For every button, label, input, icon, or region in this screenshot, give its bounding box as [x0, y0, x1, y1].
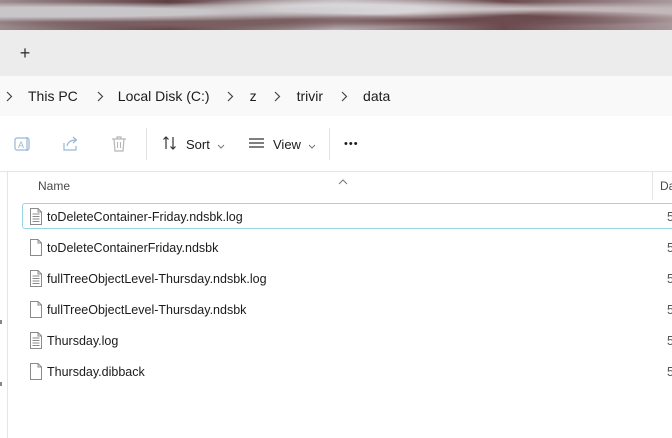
file-list: Name Da toDeleteContainer-Friday.ndsbk.l…	[8, 172, 672, 438]
sort-button[interactable]: Sort	[162, 130, 225, 158]
address-bar[interactable]: This PC Local Disk (C:) z trivir data	[0, 76, 672, 116]
blank-file-icon	[29, 363, 43, 380]
delete-icon[interactable]	[109, 134, 129, 154]
more-options-button[interactable]: •••	[344, 130, 359, 158]
file-date-modified: 5/	[667, 210, 672, 224]
svg-text:A: A	[18, 140, 24, 150]
toolbar-divider	[329, 128, 330, 160]
pane-marker	[0, 320, 2, 324]
breadcrumb-data[interactable]: data	[357, 88, 396, 104]
chevron-right-icon[interactable]	[335, 91, 353, 102]
new-tab-button[interactable]: +	[14, 42, 36, 64]
file-name: toDeleteContainer-Friday.ndsbk.log	[47, 210, 243, 224]
breadcrumb-this-pc[interactable]: This PC	[22, 88, 84, 104]
view-button[interactable]: View	[248, 130, 316, 158]
sort-icon	[162, 135, 178, 154]
command-bar: A Sort View •••	[0, 116, 672, 172]
file-name: fullTreeObjectLevel-Thursday.ndsbk.log	[47, 272, 267, 286]
file-date-modified: 5/	[667, 241, 672, 255]
navigation-pane-edge[interactable]	[0, 172, 8, 438]
text-file-icon	[29, 332, 43, 349]
text-file-icon	[29, 208, 43, 225]
chevron-right-icon[interactable]	[269, 91, 287, 102]
chevron-right-icon[interactable]	[92, 91, 110, 102]
pane-marker	[0, 382, 2, 386]
chevron-right-icon[interactable]	[0, 91, 18, 102]
file-row[interactable]: fullTreeObjectLevel-Thursday.ndsbk 5/	[22, 296, 672, 322]
rename-icon[interactable]: A	[13, 134, 33, 154]
file-row[interactable]: Thursday.dibback 5/	[22, 358, 672, 384]
blank-file-icon	[29, 239, 43, 256]
file-name: fullTreeObjectLevel-Thursday.ndsbk	[47, 303, 247, 317]
column-divider[interactable]	[652, 172, 653, 200]
tab-bar: +	[0, 30, 672, 76]
file-row[interactable]: toDeleteContainerFriday.ndsbk 5/	[22, 234, 672, 260]
file-row[interactable]: toDeleteContainer-Friday.ndsbk.log 5/	[22, 203, 672, 229]
file-name: Thursday.dibback	[47, 365, 145, 379]
chevron-right-icon[interactable]	[222, 91, 240, 102]
breadcrumb-trivir[interactable]: trivir	[291, 88, 329, 104]
text-file-icon	[29, 270, 43, 287]
file-date-modified: 5/	[667, 365, 672, 379]
column-header-date[interactable]: Da	[660, 179, 672, 193]
file-name: Thursday.log	[47, 334, 119, 348]
file-date-modified: 5/	[667, 334, 672, 348]
chevron-down-icon	[308, 137, 316, 152]
file-date-modified: 5/	[667, 303, 672, 317]
breadcrumb-z[interactable]: z	[244, 88, 263, 104]
view-list-icon	[248, 136, 265, 153]
sort-label: Sort	[186, 136, 210, 152]
share-icon[interactable]	[61, 134, 81, 154]
file-row[interactable]: Thursday.log 5/	[22, 327, 672, 353]
file-date-modified: 5/	[667, 272, 672, 286]
file-row[interactable]: fullTreeObjectLevel-Thursday.ndsbk.log 5/	[22, 265, 672, 291]
column-header-name[interactable]: Name	[38, 179, 70, 193]
chevron-down-icon	[217, 137, 225, 152]
view-label: View	[273, 136, 301, 152]
column-header-row: Name Da	[8, 172, 672, 200]
blank-file-icon	[29, 301, 43, 318]
file-name: toDeleteContainerFriday.ndsbk	[47, 241, 219, 255]
breadcrumb-local-disk[interactable]: Local Disk (C:)	[112, 88, 216, 104]
desktop-wallpaper	[0, 0, 672, 30]
toolbar-divider	[146, 128, 147, 160]
more-icon: •••	[344, 138, 359, 150]
